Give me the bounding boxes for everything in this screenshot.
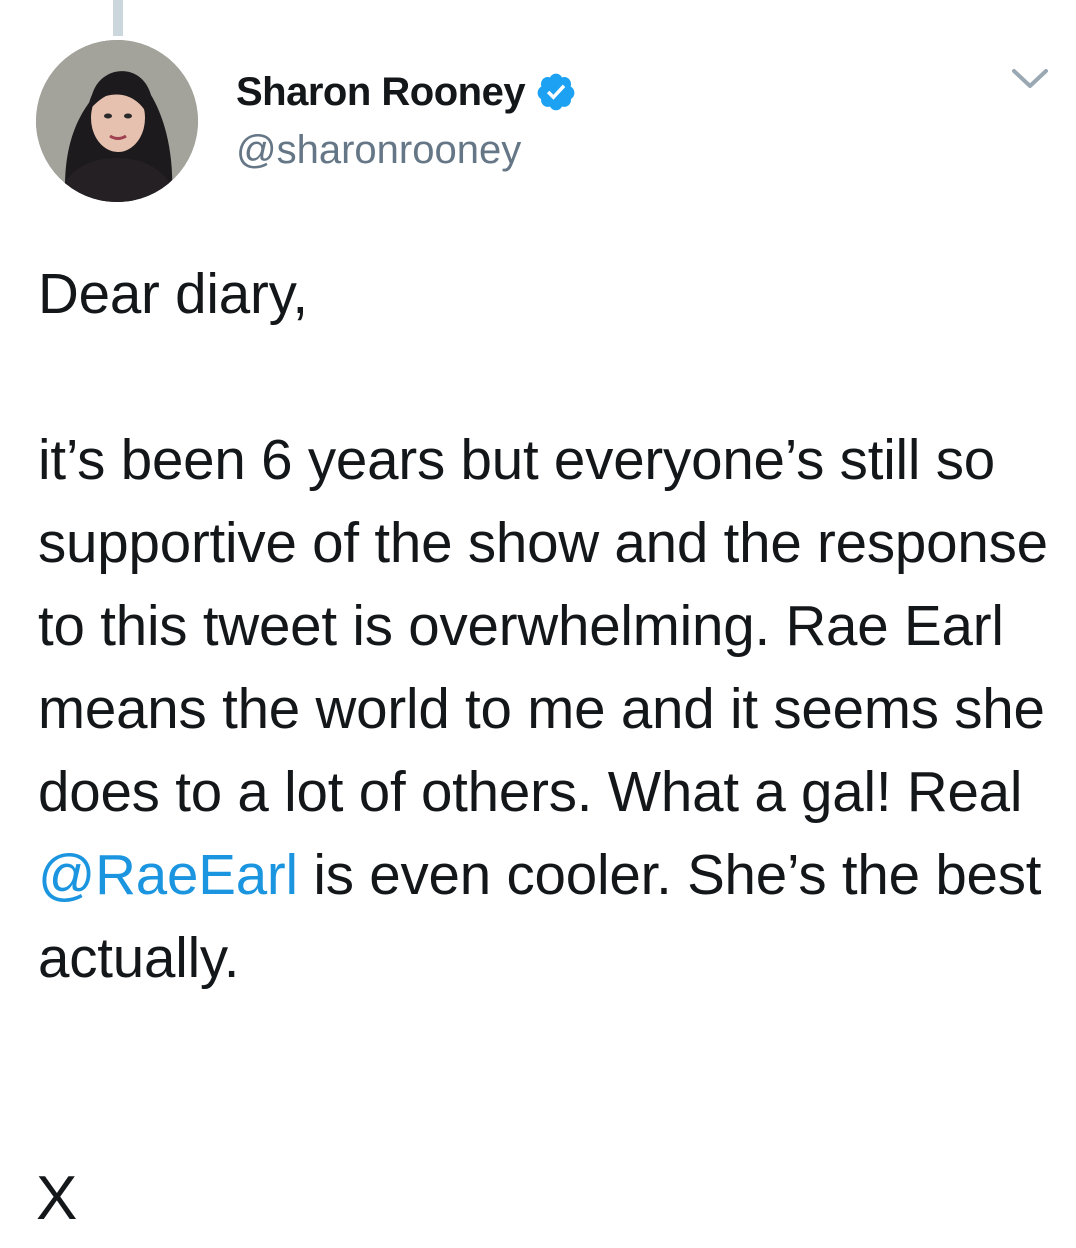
profile-photo: [36, 40, 198, 202]
tweet-text: Dear diary, it’s been 6 years but everyo…: [38, 252, 1048, 999]
tweet-blank-line: [38, 335, 1048, 418]
author-name-row[interactable]: Sharon Rooney: [236, 68, 577, 116]
author-display-name[interactable]: Sharon Rooney: [236, 70, 526, 115]
tweet-paragraph: Dear diary,: [38, 262, 308, 325]
author-handle[interactable]: @sharonrooney: [236, 128, 521, 173]
close-button[interactable]: X: [36, 1164, 77, 1234]
avatar[interactable]: [36, 40, 198, 202]
tweet-paragraph: it’s been 6 years but everyone’s still s…: [38, 418, 1048, 999]
verified-badge-icon: [537, 73, 575, 111]
chevron-down-icon: [1012, 69, 1048, 88]
mention-link[interactable]: @RaeEarl: [38, 843, 298, 906]
tweet-menu-button[interactable]: [1008, 64, 1052, 94]
thread-connector-line: [113, 0, 123, 36]
tweet-text-segment: it’s been 6 years but everyone’s still s…: [38, 428, 1048, 823]
